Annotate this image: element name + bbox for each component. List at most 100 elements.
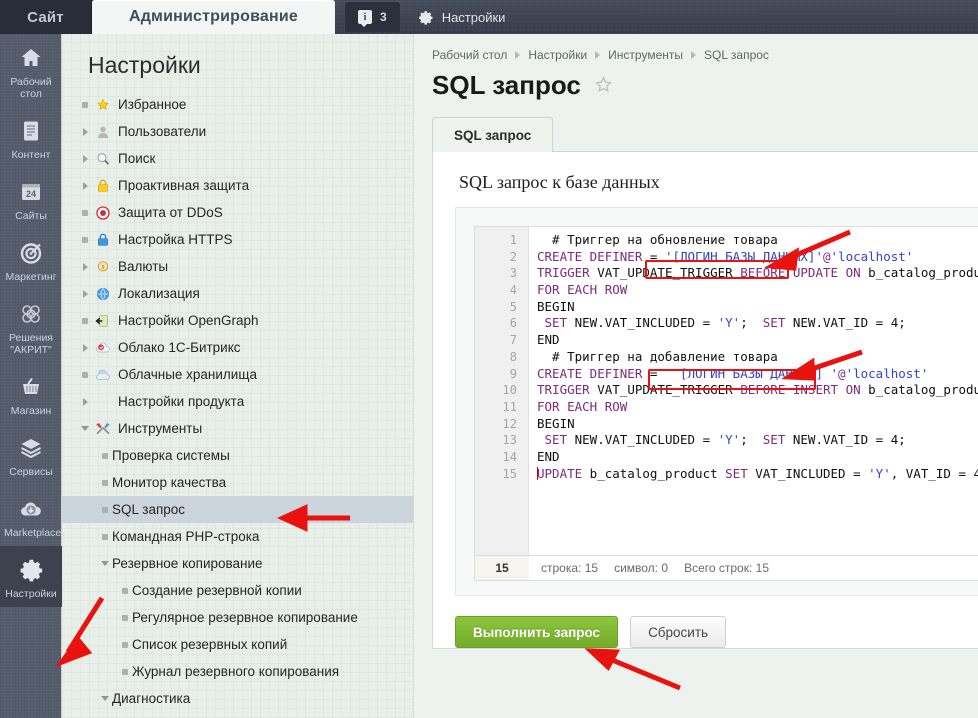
tree-item-label: Настройки OpenGraph	[118, 313, 259, 328]
chevron-down-icon[interactable]	[98, 561, 112, 566]
cloud-download-icon	[2, 494, 60, 524]
tab-site-label: Сайт	[27, 8, 64, 26]
tree-item-label: Диагностика	[112, 691, 191, 706]
breadcrumb-item-3[interactable]: Инструменты	[608, 48, 683, 62]
code-line: BEGIN	[537, 416, 978, 433]
rail-item-label: Маркетинг	[5, 271, 57, 283]
chevron-right-icon[interactable]	[78, 289, 92, 298]
rail-item-1[interactable]: Рабочий стол	[0, 34, 62, 107]
chevron-down-icon[interactable]	[78, 426, 92, 431]
code-line: CREATE DEFINER = [ЛОГИН БАЗЫ ДАННЫХ] '@'…	[537, 366, 978, 383]
bullet-icon	[78, 317, 92, 324]
tree-item-3[interactable]: Поиск	[62, 145, 413, 172]
tree-item-20[interactable]: Регулярное резервное копирование	[62, 604, 413, 631]
tree-item-14[interactable]: Проверка системы	[62, 442, 413, 469]
tree-item-label: Валюты	[118, 259, 169, 274]
chevron-right-icon[interactable]	[78, 154, 92, 163]
tree-item-18[interactable]: Резервное копирование	[62, 550, 413, 577]
chevron-right-icon[interactable]	[78, 262, 92, 271]
notification-count: 3	[380, 10, 387, 24]
tab-site[interactable]: Сайт	[0, 0, 92, 34]
rail-item-label: Контент	[11, 149, 51, 161]
run-query-button[interactable]: Выполнить запрос	[455, 616, 619, 648]
line-number: 11	[502, 399, 517, 414]
breadcrumb-item-2[interactable]: Настройки	[528, 48, 587, 62]
rail-item-3[interactable]: 24 Сайты	[0, 168, 62, 229]
chevron-down-icon[interactable]	[98, 696, 112, 701]
rail-item-4[interactable]: Маркетинг	[0, 229, 62, 290]
tree-item-23[interactable]: Диагностика	[62, 685, 413, 712]
tab-sql-query[interactable]: SQL запрос	[432, 117, 554, 152]
tree-item-19[interactable]: Создание резервной копии	[62, 577, 413, 604]
status-line: строка: 15	[541, 561, 598, 575]
chevron-right-icon[interactable]	[78, 397, 92, 406]
code-token: TRIGGER	[537, 382, 590, 398]
code-token: # Триггер на добавление товара	[537, 348, 778, 364]
code-token: 'Y'	[717, 432, 741, 448]
cloud-icon	[92, 367, 114, 383]
reset-button[interactable]: Сбросить	[630, 616, 727, 648]
coin-icon: $	[92, 259, 114, 275]
settings-tree-list: Избранное Пользователи Поиск Проактивная за…	[62, 91, 413, 712]
tree-item-17[interactable]: Командная PHP-строка	[62, 523, 413, 550]
code-token: BEGIN	[537, 298, 575, 314]
code-line: CREATE DEFINER = '[ЛОГИН БАЗЫ ДАННЫХ]'@'…	[537, 249, 978, 266]
tree-item-12[interactable]: Настройки продукта	[62, 388, 413, 415]
rail-item-5[interactable]: Решения "АКРИТ"	[0, 290, 62, 363]
code-token: b_catalog_product	[868, 382, 978, 398]
breadcrumb-separator	[691, 51, 696, 59]
tree-item-label: Командная PHP-строка	[112, 529, 260, 544]
run-query-label: Выполнить запрос	[473, 624, 601, 640]
rail-item-2[interactable]: Контент	[0, 107, 62, 168]
line-number: 15	[502, 466, 517, 481]
tree-item-6[interactable]: Настройка HTTPS	[62, 226, 413, 253]
bullet-icon	[78, 209, 92, 216]
reset-label: Сбросить	[648, 624, 709, 640]
tree-item-4[interactable]: Проактивная защита	[62, 172, 413, 199]
code-token: 'localhost'	[845, 365, 929, 381]
tree-item-10[interactable]: Облако 1С-Битрикс	[62, 334, 413, 361]
settings-tree-panel: Настройки Избранное Пользователи Поиск Проа…	[62, 34, 414, 718]
rail-item-9[interactable]: Настройки	[0, 546, 62, 607]
code-line: UPDATE b_catalog_product SET VAT_INCLUDE…	[537, 466, 978, 483]
breadcrumb-separator	[515, 51, 521, 59]
tree-item-label: Список резервных копий	[132, 637, 288, 652]
breadcrumb-item-1[interactable]: Рабочий стол	[432, 48, 507, 62]
tree-item-8[interactable]: Локализация	[62, 280, 413, 307]
tree-item-13[interactable]: Инструменты	[62, 415, 413, 442]
editor-code-area[interactable]: # Триггер на обновление товара CREATE DEF…	[529, 227, 978, 555]
topbar-settings-button[interactable]: Настройки	[400, 0, 522, 34]
sql-editor[interactable]: 1 2 3 4 5 6 7 8 9 10 11 12 13 14 15 # Триггер на обнов…	[474, 226, 978, 556]
sql-panel: SQL запрос к базе данных 1 2 3 4 5 6 7 8 9 10 11 12…	[432, 152, 978, 649]
chevron-right-icon[interactable]	[78, 181, 92, 190]
window-24-icon: 24	[2, 177, 60, 207]
chevron-right-icon[interactable]	[78, 127, 92, 136]
star-icon	[92, 97, 114, 113]
rail-item-8[interactable]: Marketplace	[0, 485, 62, 546]
tree-item-label: Журнал резервного копирования	[132, 664, 340, 679]
star-outline-icon[interactable]	[594, 75, 613, 97]
chevron-right-icon[interactable]	[78, 343, 92, 352]
tree-item-11[interactable]: Облачные хранилища	[62, 361, 413, 388]
bullet-icon	[118, 668, 132, 675]
rail-item-6[interactable]: Магазин	[0, 363, 62, 424]
tree-item-7[interactable]: $ Валюты	[62, 253, 413, 280]
tree-item-15[interactable]: Монитор качества	[62, 469, 413, 496]
tree-item-2[interactable]: Пользователи	[62, 118, 413, 145]
tab-admin[interactable]: Администрирование	[92, 0, 335, 34]
code-line: BEGIN	[537, 299, 978, 316]
notifications-button[interactable]: i 3	[345, 2, 400, 32]
tree-item-22[interactable]: Журнал резервного копирования	[62, 658, 413, 685]
tree-item-21[interactable]: Список резервных копий	[62, 631, 413, 658]
gear-icon	[2, 555, 60, 585]
topbar-settings-label: Настройки	[441, 9, 506, 25]
svg-text:$: $	[102, 264, 105, 271]
tree-item-5[interactable]: Защита от DDoS	[62, 199, 413, 226]
tree-item-1[interactable]: Избранное	[62, 91, 413, 118]
globe-icon	[92, 286, 114, 302]
tree-item-16[interactable]: SQL запрос	[62, 496, 413, 523]
line-number: 12	[502, 416, 517, 431]
code-token: BEFORE UPDATE	[740, 265, 839, 281]
rail-item-7[interactable]: Сервисы	[0, 424, 62, 485]
tree-item-9[interactable]: Настройки OpenGraph	[62, 307, 413, 334]
